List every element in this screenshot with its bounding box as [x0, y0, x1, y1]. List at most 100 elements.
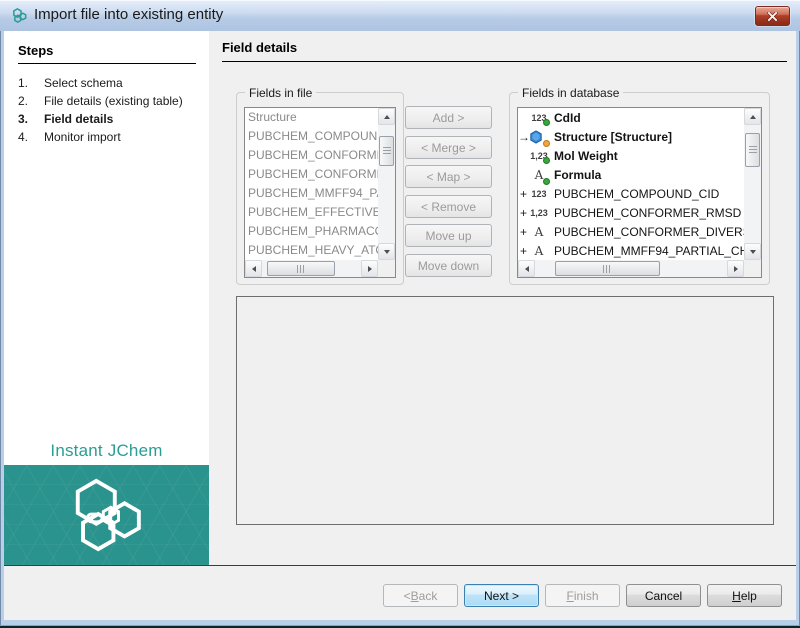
help-button[interactable]: Help: [707, 584, 782, 607]
add-button: Add >: [405, 106, 492, 129]
indexed-badge-icon: [543, 178, 550, 185]
close-icon: [767, 12, 778, 21]
fields-in-file-rows: Structure PUBCHEM_COMPOUND_ PUBCHEM_CONF…: [245, 108, 378, 260]
steps-sidebar: Steps 1. Select schema 2. File details (…: [4, 31, 209, 565]
new-field-plus-icon: +: [518, 225, 529, 239]
file-list-horizontal-scrollbar[interactable]: [245, 260, 378, 277]
arrow-down-icon: [384, 250, 390, 254]
db-field-item[interactable]: + A PUBCHEM_CONFORMER_DIVERSEO: [518, 222, 744, 241]
dialog-content: Steps 1. Select schema 2. File details (…: [4, 31, 796, 620]
arrow-right-icon: [734, 266, 738, 272]
file-field-item: PUBCHEM_MMFF94_PAI: [245, 184, 378, 203]
scroll-up-button[interactable]: [378, 108, 395, 125]
fields-in-database-group: Fields in database 123 CdId →: [509, 92, 770, 285]
import-wizard-dialog: Import file into existing entity Steps 1…: [0, 0, 800, 628]
db-field-item[interactable]: + 123 PUBCHEM_COMPOUND_CID: [518, 184, 744, 203]
file-list-vertical-scrollbar[interactable]: [378, 108, 395, 260]
db-list-vertical-scrollbar[interactable]: [744, 108, 761, 260]
db-field-item[interactable]: + A PUBCHEM_MMFF94_PARTIAL_CHA: [518, 241, 744, 260]
close-button[interactable]: [755, 6, 790, 26]
text-field-icon: A: [529, 225, 549, 239]
step-item-select-schema: 1. Select schema: [18, 75, 194, 91]
horizontal-scroll-thumb[interactable]: [267, 261, 335, 276]
scroll-left-button[interactable]: [518, 260, 535, 277]
vertical-scroll-thumb[interactable]: [379, 136, 394, 166]
warning-badge-icon: [543, 140, 550, 147]
file-field-item: PUBCHEM_CONFORMER: [245, 146, 378, 165]
fields-in-file-label: Fields in file: [245, 86, 316, 100]
scroll-down-button[interactable]: [744, 243, 761, 260]
steps-heading: Steps: [18, 43, 53, 58]
move-up-button: Move up: [405, 224, 492, 247]
file-field-item: PUBCHEM_EFFECTIVE_I: [245, 203, 378, 222]
step-item-file-details: 2. File details (existing table): [18, 93, 194, 109]
horizontal-scroll-thumb[interactable]: [555, 261, 660, 276]
db-field-item[interactable]: 123 CdId: [518, 108, 744, 127]
arrow-right-icon: [368, 266, 372, 272]
steps-heading-rule: [18, 63, 196, 64]
arrow-up-icon: [750, 115, 756, 119]
next-button[interactable]: Next >: [464, 584, 539, 607]
thumb-grip: [749, 146, 757, 154]
indexed-badge-icon: [543, 157, 550, 164]
brand-text: Instant JChem: [4, 441, 209, 461]
arrow-left-icon: [252, 266, 256, 272]
decimal-field-icon: 1,23: [529, 151, 549, 161]
field-details-panel: Field details Fields in file Structure P…: [209, 31, 796, 565]
new-field-plus-icon: +: [518, 206, 529, 220]
fields-in-file-group: Fields in file Structure PUBCHEM_COMPOUN…: [236, 92, 404, 285]
integer-field-icon: 123: [529, 113, 549, 123]
db-field-item[interactable]: + 1,23 PUBCHEM_CONFORMER_RMSD: [518, 203, 744, 222]
scroll-right-button[interactable]: [727, 260, 744, 277]
scrollbar-corner: [744, 260, 761, 277]
remove-button: < Remove: [405, 195, 492, 218]
steps-list: 1. Select schema 2. File details (existi…: [18, 75, 194, 147]
app-hexagon-icon: [11, 8, 28, 23]
page-title: Field details: [222, 40, 297, 55]
back-button: < Back: [383, 584, 458, 607]
db-field-item[interactable]: → Structure [Structure]: [518, 127, 744, 146]
window-title: Import file into existing entity: [34, 6, 223, 23]
new-field-plus-icon: +: [518, 187, 529, 201]
new-field-plus-icon: +: [518, 244, 529, 258]
integer-field-icon: 123: [529, 189, 549, 199]
scroll-down-button[interactable]: [378, 243, 395, 260]
db-list-horizontal-scrollbar[interactable]: [518, 260, 744, 277]
field-mapping-detail-panel: [236, 296, 774, 525]
scrollbar-corner: [378, 260, 395, 277]
map-button: < Map >: [405, 165, 492, 188]
arrow-left-icon: [525, 266, 529, 272]
file-field-item: PUBCHEM_COMPOUND_: [245, 127, 378, 146]
db-field-item[interactable]: A Formula: [518, 165, 744, 184]
move-down-button: Move down: [405, 254, 492, 277]
thumb-grip: [603, 265, 612, 273]
mapping-arrow-icon: →: [518, 130, 529, 144]
indexed-badge-icon: [543, 119, 550, 126]
page-title-rule: [222, 61, 787, 62]
structure-field-icon: [529, 130, 549, 144]
fields-in-file-list[interactable]: Structure PUBCHEM_COMPOUND_ PUBCHEM_CONF…: [244, 107, 396, 278]
db-field-item[interactable]: 1,23 Mol Weight: [518, 146, 744, 165]
title-bar[interactable]: Import file into existing entity: [0, 0, 800, 31]
thumb-grip: [383, 147, 391, 155]
fields-in-database-list[interactable]: 123 CdId → Structure [Structure]: [517, 107, 762, 278]
brand-hexagon-logo: [63, 477, 151, 553]
scroll-right-button[interactable]: [361, 260, 378, 277]
thumb-grip: [297, 265, 306, 273]
decimal-field-icon: 1,23: [529, 208, 549, 218]
wizard-buttons: < Back Next > Finish Cancel Help: [383, 584, 782, 607]
merge-button: < Merge >: [405, 136, 492, 159]
cancel-button[interactable]: Cancel: [626, 584, 701, 607]
finish-button: Finish: [545, 584, 620, 607]
fields-in-database-rows: 123 CdId → Structure [Structure]: [518, 108, 744, 260]
scroll-left-button[interactable]: [245, 260, 262, 277]
step-item-field-details-current: 3. Field details: [18, 111, 194, 127]
scroll-up-button[interactable]: [744, 108, 761, 125]
file-field-item: PUBCHEM_PHARMACOP: [245, 222, 378, 241]
arrow-down-icon: [750, 250, 756, 254]
vertical-scroll-thumb[interactable]: [745, 133, 760, 167]
file-field-item: PUBCHEM_CONFORMER: [245, 165, 378, 184]
text-field-icon: A: [529, 168, 549, 182]
footer-bar: < Back Next > Finish Cancel Help: [4, 565, 796, 620]
fields-in-database-label: Fields in database: [518, 86, 623, 100]
